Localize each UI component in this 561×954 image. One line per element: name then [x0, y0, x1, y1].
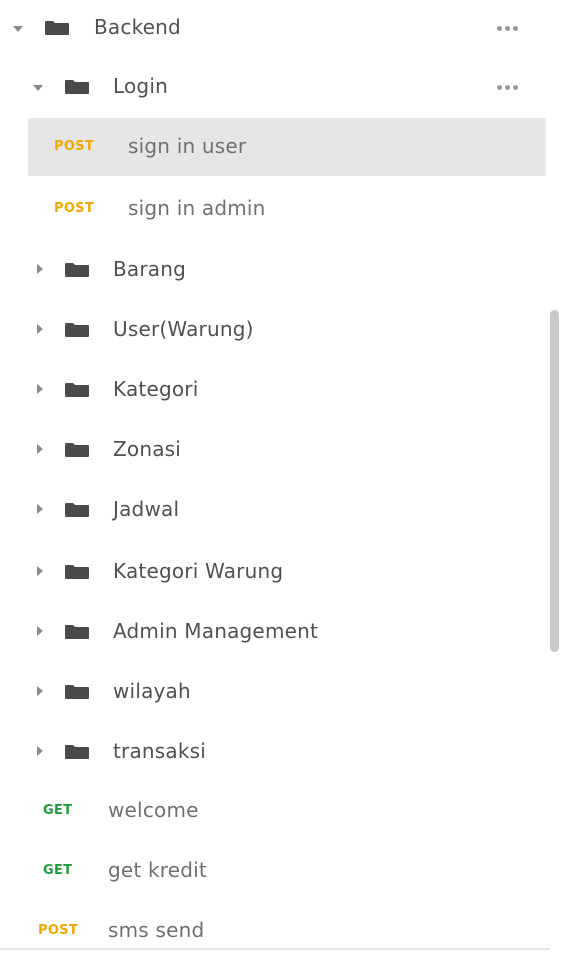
- method-badge: GET: [43, 803, 73, 818]
- folder-icon: [65, 685, 89, 699]
- request-label: welcome: [108, 798, 199, 822]
- request-label: get kredit: [108, 858, 207, 882]
- caret-right-icon[interactable]: [37, 384, 43, 394]
- caret-right-icon[interactable]: [37, 746, 43, 756]
- folder-user-warung[interactable]: User(Warung): [0, 300, 548, 358]
- caret-right-icon[interactable]: [37, 264, 43, 274]
- folder-label: Zonasi: [113, 437, 182, 461]
- folder-icon: [65, 625, 89, 639]
- folder-label: wilayah: [113, 679, 191, 703]
- folder-label: transaksi: [113, 739, 207, 763]
- folder-kategori[interactable]: Kategori: [0, 360, 548, 418]
- folder-barang[interactable]: Barang: [0, 240, 548, 298]
- caret-down-icon[interactable]: [33, 85, 43, 91]
- folder-login[interactable]: Login: [0, 59, 548, 117]
- request-sign-in-user[interactable]: POST sign in user: [28, 118, 546, 176]
- divider: [0, 948, 550, 950]
- more-options-icon[interactable]: [497, 26, 518, 31]
- folder-icon: [65, 745, 89, 759]
- caret-right-icon[interactable]: [37, 504, 43, 514]
- method-badge: POST: [54, 201, 95, 216]
- folder-label: Jadwal: [113, 497, 180, 521]
- request-label: sms send: [108, 918, 205, 942]
- folder-transaksi[interactable]: transaksi: [0, 722, 548, 780]
- folder-label: Kategori: [113, 377, 199, 401]
- folder-icon: [65, 503, 89, 517]
- caret-right-icon[interactable]: [37, 686, 43, 696]
- request-sign-in-admin[interactable]: POST sign in admin: [28, 180, 546, 238]
- more-options-icon[interactable]: [497, 85, 518, 90]
- folder-icon: [65, 383, 89, 397]
- folder-label: Kategori Warung: [113, 559, 284, 583]
- request-label: sign in user: [128, 134, 247, 158]
- method-badge: POST: [38, 923, 79, 938]
- request-get-kredit[interactable]: GET get kredit: [0, 842, 548, 900]
- folder-icon: [45, 21, 69, 35]
- folder-icon: [65, 565, 89, 579]
- folder-icon: [65, 443, 89, 457]
- request-welcome[interactable]: GET welcome: [0, 782, 548, 840]
- folder-icon: [65, 263, 89, 277]
- folder-wilayah[interactable]: wilayah: [0, 662, 548, 720]
- method-badge: GET: [43, 863, 73, 878]
- caret-right-icon[interactable]: [37, 626, 43, 636]
- folder-label: Admin Management: [113, 619, 319, 643]
- folder-icon: [65, 323, 89, 337]
- folder-zonasi[interactable]: Zonasi: [0, 420, 548, 478]
- folder-backend[interactable]: Backend: [0, 0, 548, 58]
- folder-label: Backend: [94, 15, 181, 39]
- vertical-scrollbar[interactable]: [550, 310, 559, 652]
- caret-down-icon[interactable]: [13, 26, 23, 32]
- method-badge: POST: [54, 139, 95, 154]
- folder-label: User(Warung): [113, 317, 254, 341]
- caret-right-icon[interactable]: [37, 324, 43, 334]
- folder-kategori-warung[interactable]: Kategori Warung: [0, 542, 548, 600]
- request-sms-send[interactable]: POST sms send: [0, 902, 548, 948]
- collection-sidebar: Backend Login POST sign in user POST sig…: [0, 0, 561, 954]
- folder-label: Barang: [113, 257, 187, 281]
- folder-admin-management[interactable]: Admin Management: [0, 602, 548, 660]
- folder-label: Login: [113, 74, 168, 98]
- folder-jadwal[interactable]: Jadwal: [0, 480, 548, 538]
- caret-right-icon[interactable]: [37, 566, 43, 576]
- request-label: sign in admin: [128, 196, 266, 220]
- caret-right-icon[interactable]: [37, 444, 43, 454]
- folder-icon: [65, 80, 89, 94]
